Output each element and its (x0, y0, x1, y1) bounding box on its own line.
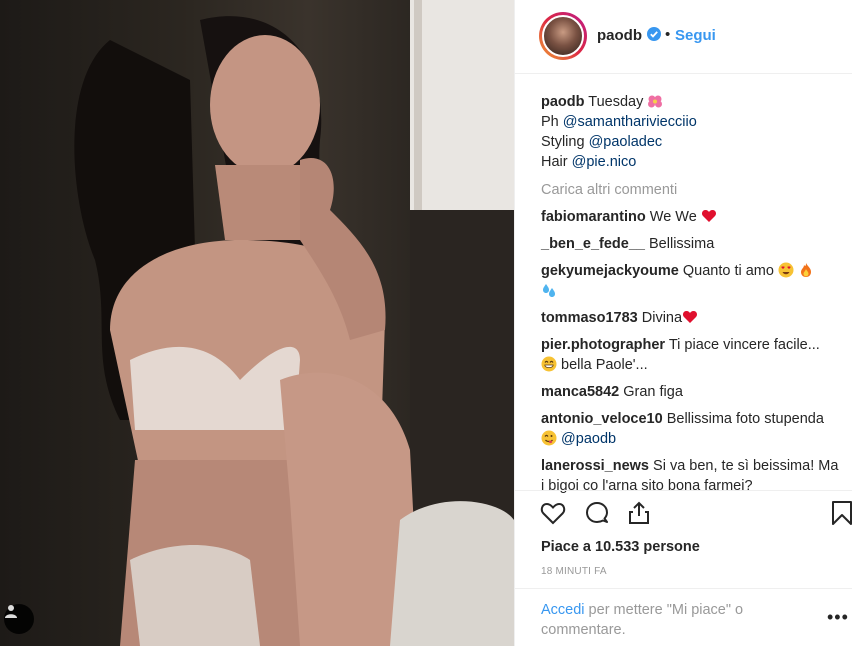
more-options-button[interactable]: ••• (827, 607, 849, 628)
user-tag-button[interactable] (4, 604, 34, 634)
caption-line-4-prefix: Hair (541, 154, 572, 170)
caption-line-1: Tuesday (588, 94, 644, 110)
verified-badge-icon (647, 27, 661, 41)
face-savoring-emoji-icon (541, 430, 557, 446)
caption: paodb Tuesday Ph @samanthariviecciio Sty… (541, 92, 841, 172)
comment-username[interactable]: lanerossi_news (541, 458, 649, 474)
photo-illustration (74, 0, 514, 646)
caption-username[interactable]: paodb (541, 94, 585, 110)
post-sidebar: paodb • Segui paodb Tuesday Ph @samantha… (514, 0, 852, 646)
comment-item: tommaso1783 Divina (541, 308, 841, 328)
mention-link[interactable]: @pie.nico (572, 154, 637, 170)
comment-icon[interactable] (583, 499, 611, 527)
mention-link[interactable]: @paoladec (589, 134, 663, 150)
header-username[interactable]: paodb (597, 27, 642, 44)
comment-username[interactable]: tommaso1783 (541, 310, 638, 326)
avatar-image (542, 15, 584, 57)
comment-username[interactable]: pier.photographer (541, 337, 665, 353)
comment-username[interactable]: fabiomarantino (541, 209, 646, 225)
comment-text: Ti piace vincere facile... (668, 337, 820, 353)
post-modal: paodb • Segui paodb Tuesday Ph @samantha… (0, 0, 852, 646)
post-header: paodb • Segui (515, 0, 852, 74)
comments-list: paodb Tuesday Ph @samanthariviecciio Sty… (541, 92, 841, 503)
likes-count[interactable]: Piace a 10.533 persone (541, 539, 700, 555)
comment-text: Gran figa (623, 384, 683, 400)
grinning-emoji-icon (541, 356, 557, 372)
comment-text-continuation: bella Paole'... (561, 357, 648, 373)
avatar[interactable] (539, 12, 587, 60)
fire-emoji-icon (801, 263, 811, 277)
comment-username[interactable]: manca5842 (541, 384, 619, 400)
load-more-comments-button[interactable]: Carica altri commenti (541, 180, 841, 200)
mention-link[interactable]: @paodb (561, 431, 616, 447)
comment-item: fabiomarantino We We (541, 207, 841, 227)
comment-item: pier.photographer Ti piace vincere facil… (541, 335, 841, 375)
share-icon[interactable] (625, 499, 653, 527)
post-timestamp: 18 MINUTI FA (541, 566, 607, 577)
comment-username[interactable]: gekyumejackyoume (541, 263, 679, 279)
heart-icon[interactable] (539, 499, 567, 527)
heart-eyes-emoji-icon (778, 262, 794, 278)
comment-item: gekyumejackyoume Quanto ti amo (541, 261, 841, 301)
comment-text: Divina (641, 310, 683, 326)
post-footer: Accedi per mettere "Mi piace" o commenta… (515, 588, 852, 646)
post-actions: Piace a 10.533 persone 18 MINUTI FA (515, 490, 852, 600)
comment-username[interactable]: _ben_e_fede__ (541, 236, 645, 252)
login-link[interactable]: Accedi (541, 602, 585, 618)
sweat-droplets-emoji-icon (543, 284, 555, 297)
comment-text: Bellissima (649, 236, 715, 252)
login-prompt: Accedi per mettere "Mi piace" o commenta… (541, 600, 781, 640)
comment-text: We We (649, 209, 697, 225)
post-photo[interactable] (0, 0, 514, 646)
caption-line-3-prefix: Styling (541, 134, 589, 150)
comment-username[interactable]: antonio_veloce10 (541, 411, 663, 427)
user-tag-icon (5, 605, 17, 618)
red-heart-emoji-icon (683, 311, 698, 323)
bookmark-icon[interactable] (831, 499, 852, 527)
header-separator: • (665, 26, 671, 43)
follow-button[interactable]: Segui (675, 27, 716, 44)
comment-item: antonio_veloce10 Bellissima foto stupend… (541, 409, 841, 449)
comment-item: manca5842 Gran figa (541, 382, 841, 402)
mention-link[interactable]: @samanthariviecciio (563, 114, 697, 130)
hibiscus-emoji-icon (648, 95, 663, 108)
comment-text: Quanto ti amo (682, 263, 774, 279)
red-heart-emoji-icon (701, 210, 716, 222)
comment-item: _ben_e_fede__ Bellissima (541, 234, 841, 254)
comment-text: Bellissima foto stupenda (666, 411, 824, 427)
caption-line-2-prefix: Ph (541, 114, 563, 130)
